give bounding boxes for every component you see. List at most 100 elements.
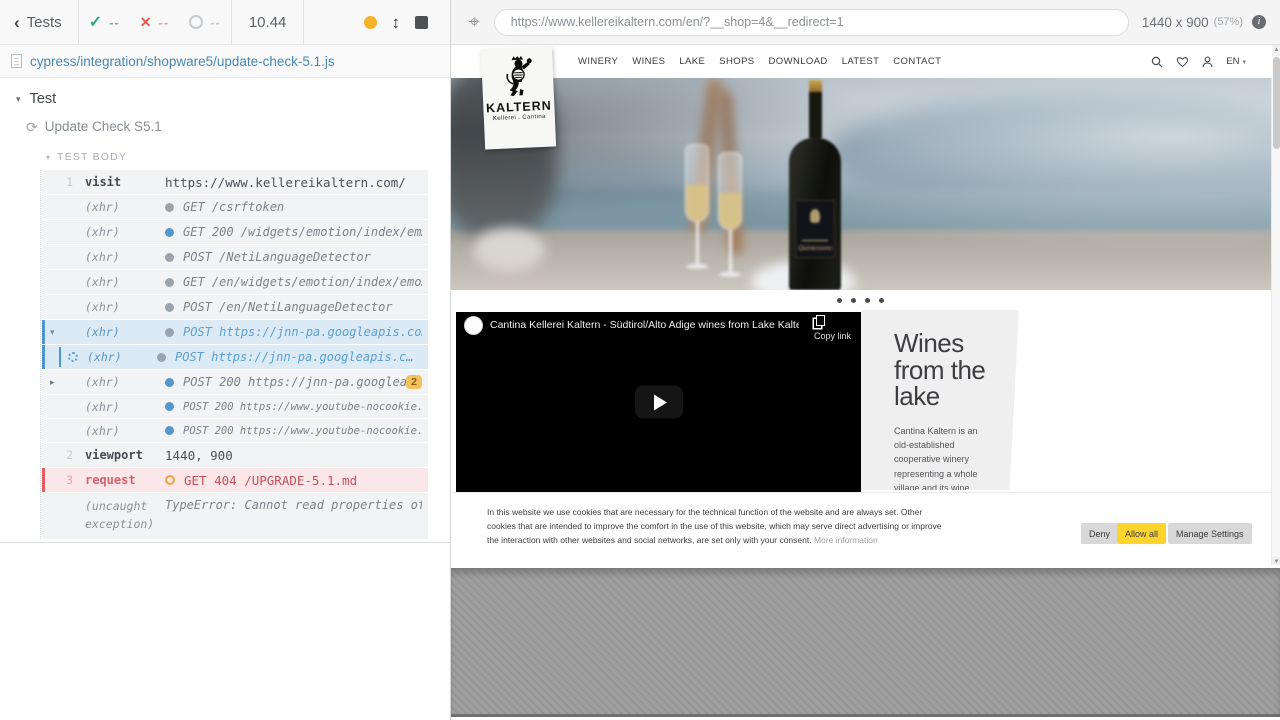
chevron-down-icon: ▾ bbox=[1242, 58, 1246, 66]
toolbar-divider bbox=[303, 0, 304, 45]
command-method: (xhr) bbox=[85, 400, 165, 414]
stop-button[interactable] bbox=[415, 16, 428, 29]
command-message: POST 200 https://www.youtube-nocookie.co… bbox=[183, 401, 422, 413]
outside-viewport-area bbox=[450, 565, 1280, 720]
nav-item-contact[interactable]: CONTACT bbox=[893, 56, 941, 67]
command-row[interactable]: (uncaught exception)TypeError: Cannot re… bbox=[42, 493, 428, 539]
command-row[interactable]: (xhr)GET 200 /widgets/emotion/index/em… bbox=[42, 220, 428, 244]
pending-count: -- bbox=[210, 15, 221, 30]
command-row[interactable]: (xhr)POST 200 https://www.youtube-nocook… bbox=[42, 419, 428, 442]
carousel-dot[interactable] bbox=[865, 298, 870, 303]
app-under-test: WINERY WINES LAKE SHOPS DOWNLOAD LATEST CONTAC… bbox=[451, 45, 1272, 565]
command-message: POST 200 https://www.youtube-nocookie.co… bbox=[183, 425, 422, 437]
wine-bottle: Quintessenz bbox=[788, 80, 842, 290]
failed-count: -- bbox=[159, 15, 170, 30]
copy-link-label[interactable]: Copy link bbox=[814, 331, 851, 341]
command-row[interactable]: (xhr)POST /NetiLanguageDetector bbox=[42, 245, 428, 269]
test-row[interactable]: ⟳ Update Check S5.1 bbox=[26, 119, 450, 134]
command-row[interactable]: (xhr)POST https://jnn-pa.googleapis.c… bbox=[42, 345, 428, 369]
status-dot-blue bbox=[165, 426, 174, 435]
expander-closed-icon[interactable]: ▸ bbox=[50, 377, 55, 388]
tests-button-label: Tests bbox=[27, 14, 62, 31]
more-information-link[interactable]: More information bbox=[814, 535, 878, 545]
stat-passed[interactable]: ✓ -- bbox=[79, 12, 130, 32]
heart-icon[interactable] bbox=[1176, 56, 1189, 68]
spec-path-link[interactable]: cypress/integration/shopware5/update-che… bbox=[30, 54, 335, 69]
stat-pending[interactable]: -- bbox=[179, 15, 231, 30]
expander-open-icon[interactable]: ▾ bbox=[50, 327, 55, 338]
command-message: https://www.kellereikaltern.com/ bbox=[165, 175, 422, 190]
url-input[interactable]: https://www.kellereikaltern.com/en/?__sh… bbox=[494, 9, 1129, 36]
feature-panel: Wines from the lake Cantina Kaltern is a… bbox=[861, 310, 1019, 490]
copy-icon[interactable] bbox=[816, 315, 825, 326]
command-method: (xhr) bbox=[85, 325, 165, 339]
check-icon: ✓ bbox=[89, 12, 102, 32]
command-row[interactable]: 2viewport1440, 900 bbox=[42, 443, 428, 467]
feature-heading: Wines from the lake bbox=[894, 330, 1004, 410]
command-row[interactable]: ▾ (xhr) POST https://jnn-pa.googleapis.com… bbox=[42, 320, 428, 344]
back-to-tests-button[interactable]: ‹ Tests bbox=[0, 0, 78, 45]
hero-carousel-slide[interactable]: Quintessenz bbox=[451, 78, 1272, 290]
suite-row[interactable]: ▾ Test bbox=[16, 91, 450, 107]
carousel-dot[interactable] bbox=[837, 298, 842, 303]
command-message: TypeError: Cannot read properties of… bbox=[165, 498, 422, 512]
stat-failed[interactable]: ✕ -- bbox=[130, 14, 179, 31]
command-row[interactable]: (xhr) POST 200 https://www.youtube-nocook… bbox=[42, 395, 428, 418]
logo-subtitle: Kellerei . Cantina bbox=[493, 114, 546, 122]
command-row[interactable]: 3requestGET 404 /UPGRADE-5.1.md bbox=[42, 468, 428, 492]
command-method: visit bbox=[85, 175, 165, 189]
command-method: (xhr) bbox=[85, 375, 165, 389]
cookie-text: In this website we use cookies that are … bbox=[487, 505, 949, 547]
status-dot-gray bbox=[165, 328, 174, 337]
nav-item-wines[interactable]: WINES bbox=[632, 56, 665, 67]
command-log-panel: cypress/integration/shopware5/update-che… bbox=[0, 45, 450, 543]
youtube-video-embed[interactable]: Cantina Kellerei Kaltern - Südtirol/Alto… bbox=[456, 312, 861, 492]
carousel-dots bbox=[837, 298, 884, 303]
command-row[interactable]: (xhr)GET /en/widgets/emotion/index/emo… bbox=[42, 270, 428, 294]
status-dot-blue bbox=[165, 378, 174, 387]
carousel-dot[interactable] bbox=[851, 298, 856, 303]
command-method: (uncaught exception) bbox=[85, 498, 165, 534]
nav-item-download[interactable]: DOWNLOAD bbox=[769, 56, 828, 67]
runner-toolbar: ‹ Tests ✓ -- ✕ -- -- 10.44 ↕ bbox=[0, 0, 450, 45]
allow-all-button[interactable]: Allow all bbox=[1117, 523, 1166, 544]
status-dot-gray bbox=[157, 353, 166, 362]
account-icon[interactable] bbox=[1202, 56, 1213, 68]
nav-item-latest[interactable]: LATEST bbox=[842, 56, 880, 67]
viewport-indicator-icon[interactable] bbox=[364, 16, 377, 29]
command-row[interactable]: (xhr)GET /csrftoken bbox=[42, 195, 428, 219]
status-dot-blue bbox=[165, 402, 174, 411]
command-row[interactable]: 1visithttps://www.kellereikaltern.com/ bbox=[42, 170, 428, 194]
play-button[interactable] bbox=[635, 386, 683, 419]
carousel-dot[interactable] bbox=[879, 298, 884, 303]
chevron-left-icon: ‹ bbox=[14, 14, 20, 31]
command-row[interactable]: ▸(xhr)POST 200 https://jnn-pa.googleapi…… bbox=[42, 370, 428, 394]
scroll-up-arrow[interactable]: ▲ bbox=[1272, 45, 1280, 56]
nav-item-lake[interactable]: LAKE bbox=[679, 56, 705, 67]
nav-item-winery[interactable]: WINERY bbox=[578, 56, 618, 67]
viewport-size-label: 1440 x 900 bbox=[1142, 15, 1209, 30]
status-dot-gray bbox=[165, 278, 174, 287]
command-method: (xhr) bbox=[87, 350, 157, 364]
command-method: (xhr) bbox=[85, 300, 165, 314]
info-icon[interactable]: i bbox=[1252, 15, 1266, 29]
language-selector[interactable]: EN ▾ bbox=[1226, 56, 1246, 67]
channel-avatar[interactable] bbox=[464, 316, 483, 335]
nav-item-shops[interactable]: SHOPS bbox=[719, 56, 754, 67]
search-icon[interactable] bbox=[1151, 56, 1163, 68]
command-message: POST https://jnn-pa.googleapis.com… bbox=[183, 325, 422, 339]
command-method: viewport bbox=[85, 448, 165, 462]
command-row[interactable]: (xhr) POST /en/NetiLanguageDetector bbox=[42, 295, 428, 319]
command-message: GET /en/widgets/emotion/index/emo… bbox=[183, 275, 422, 289]
video-title[interactable]: Cantina Kellerei Kaltern - Südtirol/Alto… bbox=[490, 319, 799, 331]
site-logo[interactable]: KALTERN Kellerei . Cantina bbox=[481, 46, 556, 149]
deny-button[interactable]: Deny bbox=[1081, 523, 1118, 544]
manage-settings-button[interactable]: Manage Settings bbox=[1168, 523, 1252, 544]
command-message: GET /csrftoken bbox=[183, 200, 422, 214]
resize-arrows-icon[interactable]: ↕ bbox=[392, 14, 401, 31]
test-body-section[interactable]: ▾ TEST BODY bbox=[46, 151, 450, 163]
scrollbar-thumb[interactable] bbox=[1273, 57, 1280, 149]
selector-playground-icon[interactable]: ⌖ bbox=[469, 13, 480, 32]
site-scrollbar[interactable]: ▲ ▼ bbox=[1271, 45, 1280, 568]
command-message: POST /en/NetiLanguageDetector bbox=[183, 300, 422, 314]
